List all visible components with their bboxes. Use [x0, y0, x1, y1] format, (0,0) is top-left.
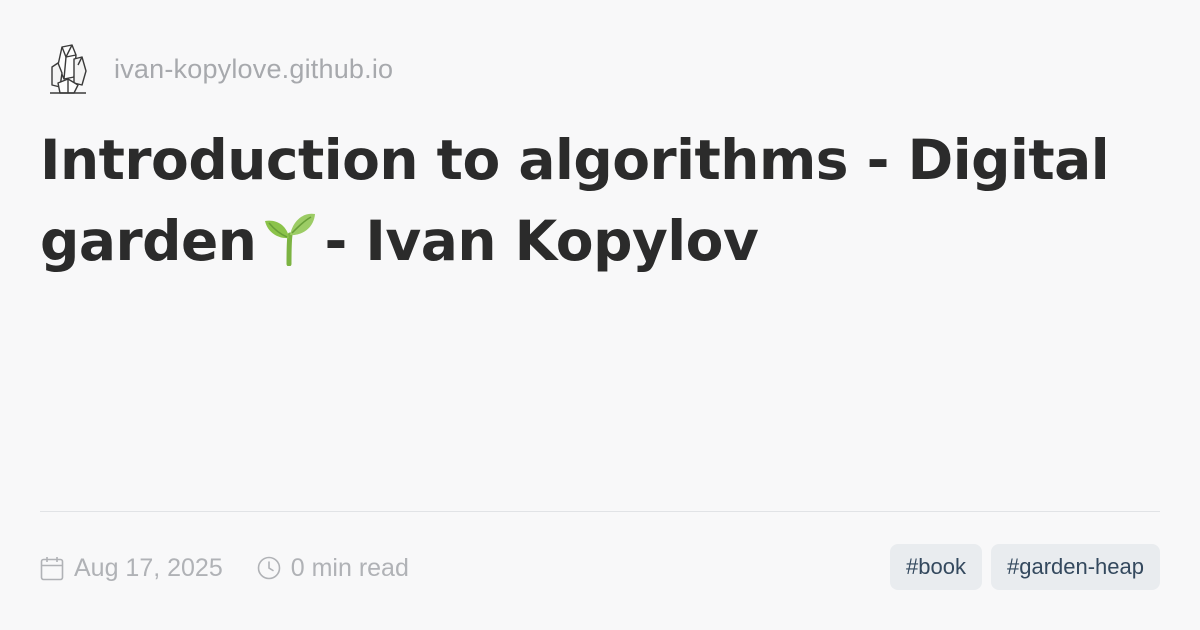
seedling-icon	[260, 207, 318, 288]
site-domain[interactable]: ivan-kopylove.github.io	[114, 54, 393, 85]
page-title-garden: garden	[40, 209, 257, 273]
page-title: Introduction to algorithms - Digital gar…	[40, 120, 1160, 288]
read-time-text: 0 min read	[290, 553, 409, 582]
tag-book[interactable]: #book	[890, 544, 982, 590]
post-date-text: Aug 17, 2025	[74, 553, 223, 582]
calendar-icon	[40, 556, 64, 581]
post-meta: Aug 17, 2025 0 min read	[40, 548, 409, 588]
crystal-logo-icon[interactable]	[44, 42, 92, 96]
site-header: ivan-kopylove.github.io	[44, 42, 393, 96]
page-title-line-2: garden - Ivan Kopylov	[40, 201, 1160, 288]
post-date: Aug 17, 2025	[40, 554, 223, 583]
page-title-author: - Ivan Kopylov	[324, 209, 759, 273]
tag-list: #book #garden-heap	[890, 544, 1160, 590]
divider	[40, 511, 1160, 512]
read-time: 0 min read	[257, 554, 409, 583]
tag-garden-heap[interactable]: #garden-heap	[990, 544, 1160, 590]
page-title-line-1: Introduction to algorithms - Digital	[40, 128, 1110, 192]
clock-icon	[257, 556, 281, 580]
